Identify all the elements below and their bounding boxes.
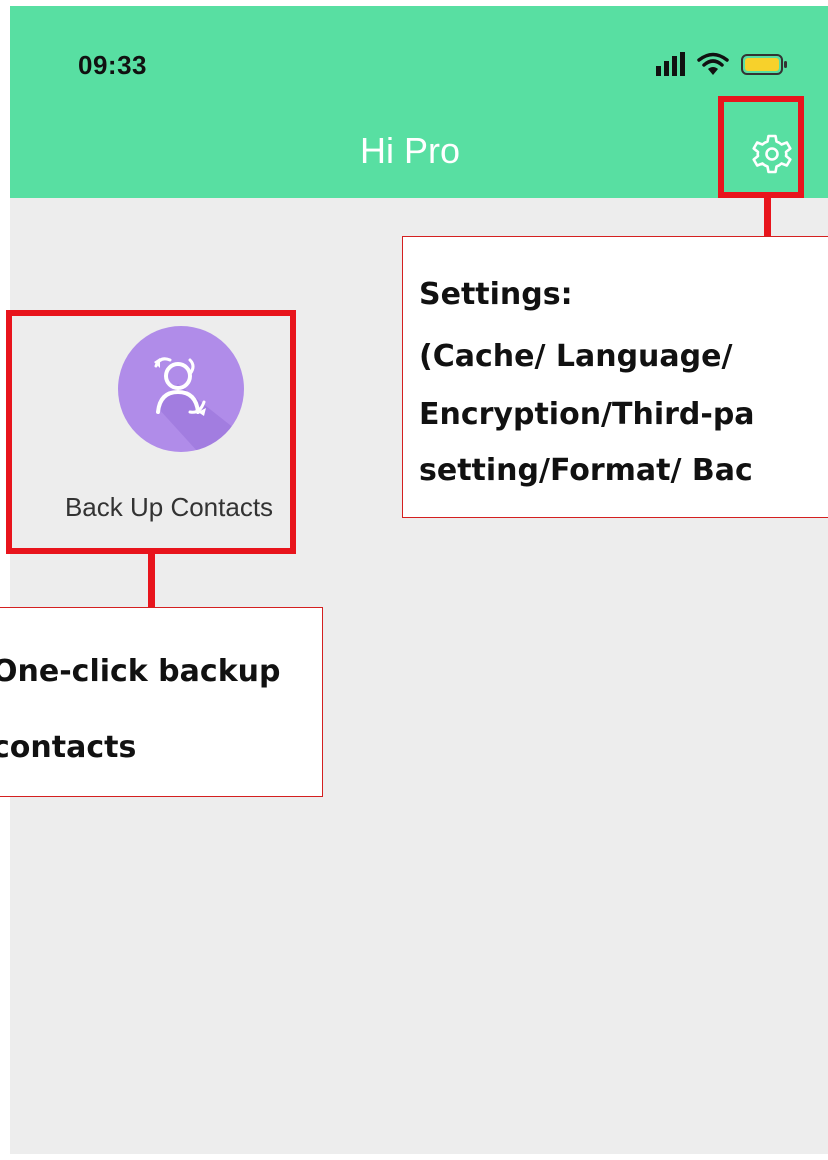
signal-icon <box>656 52 685 76</box>
app-title: Hi Pro <box>359 130 461 171</box>
wifi-icon <box>697 52 729 75</box>
backup-callout: One-click backup contacts <box>0 607 323 797</box>
backup-highlight-box <box>6 310 296 554</box>
status-icons <box>654 50 814 80</box>
callout-text: contacts <box>0 730 137 765</box>
callout-text: Encryption/Third-pa <box>419 397 755 432</box>
settings-highlight-box <box>718 96 804 198</box>
callout-text: setting/Format/ Bac <box>419 453 753 488</box>
battery-icon <box>741 54 787 75</box>
backup-connector-line <box>148 554 155 608</box>
status-time: 09:33 <box>78 50 147 80</box>
callout-text: One-click backup <box>0 654 281 689</box>
callout-text: (Cache/ Language/ <box>419 339 733 374</box>
app-screen: 09:33 Hi Pro Back Up Contacts <box>10 6 828 1154</box>
settings-connector-line <box>764 198 771 238</box>
header-bar: 09:33 Hi Pro <box>10 6 828 198</box>
callout-text: Settings: <box>419 277 573 312</box>
settings-callout: Settings: (Cache/ Language/ Encryption/T… <box>402 236 828 518</box>
